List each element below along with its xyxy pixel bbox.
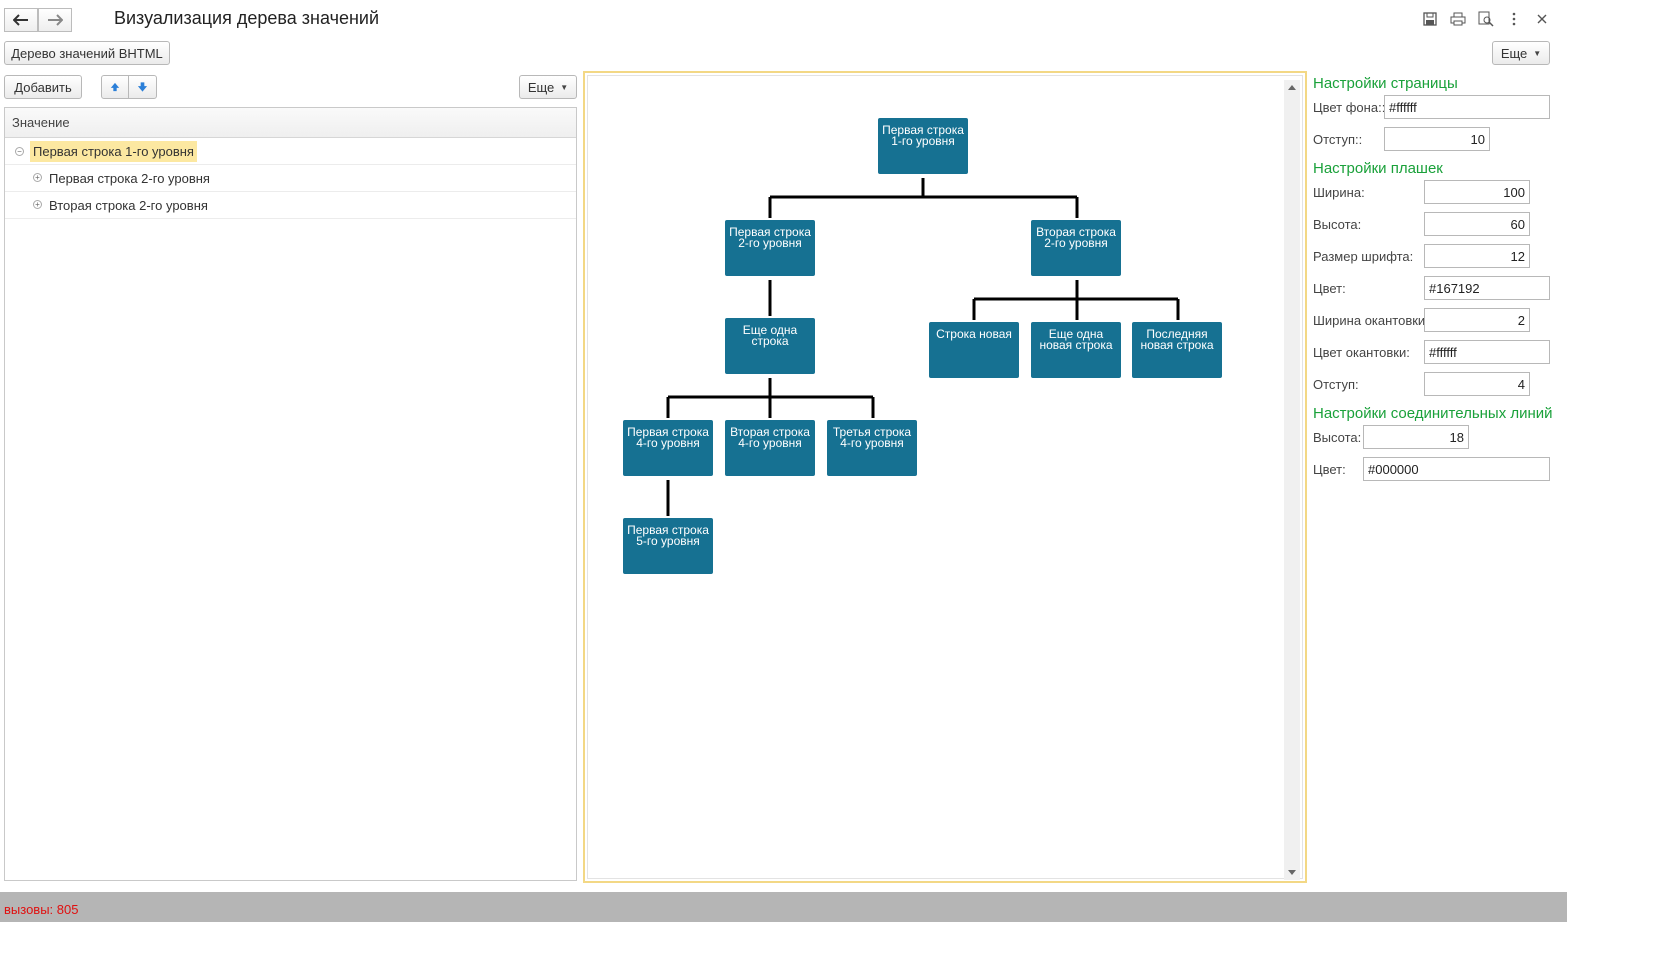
forward-button[interactable] <box>38 8 72 32</box>
tree-row[interactable]: − Первая строка 1-го уровня <box>5 138 576 165</box>
border-color-input[interactable]: #ffffff <box>1424 340 1550 364</box>
bg-color-input[interactable]: #ffffff <box>1384 95 1550 119</box>
page-indent-label: Отступ:: <box>1313 132 1363 147</box>
tree-row-label: Первая строка 2-го уровня <box>49 170 210 186</box>
tree-row-label: Первая строка 1-го уровня <box>30 140 197 162</box>
tree-row[interactable]: + Первая строка 2-го уровня <box>5 165 576 192</box>
status-text: вызовы: 805 <box>4 902 79 917</box>
diagram-node: Первая строка 4-го уровня <box>621 418 715 478</box>
add-button[interactable]: Добавить <box>4 75 82 99</box>
chevron-down-icon: ▼ <box>560 82 569 92</box>
plate-height-input[interactable]: 60 <box>1424 212 1530 236</box>
plate-settings-title: Настройки плашек <box>1313 160 1443 177</box>
bg-color-label: Цвет фона:: <box>1313 100 1386 115</box>
more-vertical-icon[interactable] <box>1505 10 1523 28</box>
more-label: Еще <box>1500 45 1528 61</box>
line-settings-title: Настройки соединительных линий <box>1313 405 1553 422</box>
arrow-right-icon <box>48 14 63 26</box>
diagram-node: Вторая строка 4-го уровня <box>723 418 817 478</box>
scroll-up-icon[interactable] <box>1288 84 1296 90</box>
tree-more-label: Еще <box>527 79 555 95</box>
scroll-down-icon[interactable] <box>1288 870 1296 876</box>
expand-icon[interactable]: + <box>33 200 42 209</box>
preview-icon[interactable] <box>1477 10 1495 28</box>
diagram-node: Последняя новая строка <box>1130 320 1224 380</box>
page-settings-title: Настройки страницы <box>1313 75 1458 92</box>
value-tree-html-button[interactable]: Дерево значений ВНTML <box>4 41 170 65</box>
plate-color-input[interactable]: #167192 <box>1424 276 1550 300</box>
border-width-label: Ширина окантовки: <box>1313 313 1429 328</box>
plate-color-label: Цвет: <box>1313 281 1346 296</box>
arrow-up-icon <box>110 82 120 92</box>
diagram-node: Строка новая <box>927 320 1021 380</box>
plate-indent-input[interactable]: 4 <box>1424 372 1530 396</box>
diagram-node: Еще одна новая строка <box>1029 320 1123 380</box>
tree-row[interactable]: + Вторая строка 2-го уровня <box>5 192 576 219</box>
diagram-node: Первая строка 5-го уровня <box>621 516 715 576</box>
diagram-node: Первая строка 1-го уровня <box>876 116 970 176</box>
page-title: Визуализация дерева значений <box>114 8 380 28</box>
column-header-value[interactable]: Значение <box>5 108 576 138</box>
plate-width-input[interactable]: 100 <box>1424 180 1530 204</box>
plate-width-label: Ширина: <box>1313 185 1365 200</box>
tree-more-button[interactable]: Еще ▼ <box>519 75 577 99</box>
move-down-button[interactable] <box>128 75 157 99</box>
html-diagram-viewer[interactable]: Первая строка 1-го уровня Первая строка … <box>583 71 1307 883</box>
more-button[interactable]: Еще ▼ <box>1492 41 1550 65</box>
diagram-canvas: Первая строка 1-го уровня Первая строка … <box>587 75 1303 880</box>
diagram-node: Еще одна строка <box>723 316 817 376</box>
chevron-down-icon: ▼ <box>1533 48 1542 58</box>
vertical-scrollbar[interactable] <box>1284 80 1300 880</box>
plate-height-label: Высота: <box>1313 217 1362 232</box>
line-height-label: Высота: <box>1313 430 1362 445</box>
font-size-input[interactable]: 12 <box>1424 244 1530 268</box>
diagram-node: Третья строка 4-го уровня <box>825 418 919 478</box>
diagram-node: Первая строка 2-го уровня <box>723 218 817 278</box>
tree-row-label: Вторая строка 2-го уровня <box>49 197 208 213</box>
save-icon[interactable] <box>1421 10 1439 28</box>
expand-icon[interactable]: + <box>33 173 42 182</box>
collapse-icon[interactable]: − <box>15 147 24 156</box>
border-width-input[interactable]: 2 <box>1424 308 1530 332</box>
plate-indent-label: Отступ: <box>1313 377 1359 392</box>
diagram-node: Вторая строка 2-го уровня <box>1029 218 1123 278</box>
page-indent-input[interactable]: 10 <box>1384 127 1490 151</box>
connector-lines <box>666 178 1180 516</box>
print-icon[interactable] <box>1449 10 1467 28</box>
move-up-button[interactable] <box>101 75 129 99</box>
line-color-label: Цвет: <box>1313 462 1346 477</box>
line-height-input[interactable]: 18 <box>1363 425 1469 449</box>
font-size-label: Размер шрифта: <box>1313 249 1414 264</box>
arrow-left-icon <box>13 14 28 26</box>
back-button[interactable] <box>4 8 38 32</box>
value-tree[interactable]: Значение − Первая строка 1-го уровня + П… <box>4 107 577 881</box>
close-icon[interactable] <box>1533 10 1551 28</box>
status-bar: вызовы: 805 <box>0 892 1567 922</box>
arrow-down-icon <box>137 82 148 92</box>
line-color-input[interactable]: #000000 <box>1363 457 1550 481</box>
border-color-label: Цвет окантовки: <box>1313 345 1410 360</box>
